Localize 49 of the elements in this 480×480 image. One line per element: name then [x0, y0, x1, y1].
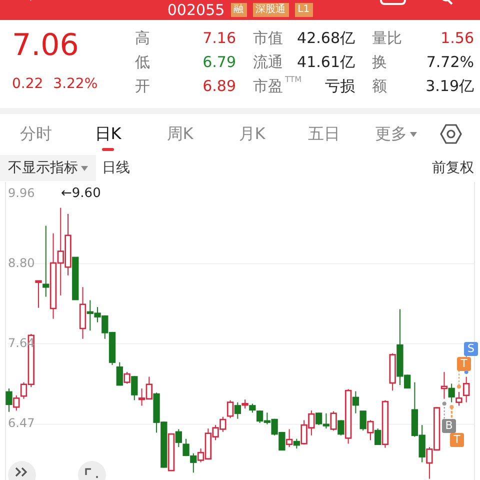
y-axis-label: 6.47 — [8, 415, 35, 432]
current-price: 7.06 — [12, 27, 80, 65]
caret-icon — [81, 166, 88, 170]
period-label: 日线 — [102, 158, 130, 178]
stat-label: 市值 — [253, 28, 283, 48]
stat-label: 开 — [135, 76, 150, 96]
leader-line — [442, 402, 446, 421]
chart-tab[interactable]: 五日 — [288, 114, 360, 154]
stat-value: 3.19亿 — [426, 76, 474, 96]
trade-marker[interactable]: T — [457, 357, 471, 371]
stock-tag: 融 — [230, 3, 247, 17]
stat-value: 亏损 — [325, 76, 355, 96]
chart-tab[interactable]: 日K — [72, 114, 144, 154]
stat-value: 41.61亿 — [297, 52, 355, 72]
adjust-button[interactable]: 前复权 — [432, 158, 474, 178]
y-axis-label: 8.80 — [8, 254, 35, 271]
stat-value: 6.79 — [202, 52, 236, 72]
stat-value: 1.56 — [440, 28, 474, 48]
trade-marker[interactable]: S — [464, 342, 478, 356]
y-axis-label: 9.96 — [8, 185, 35, 201]
indicator-dropdown[interactable]: 不显示指标 — [0, 155, 96, 181]
chart-tab[interactable]: 分时 — [0, 114, 72, 154]
stat-value: 7.72% — [426, 52, 474, 72]
stat-label: 市盈 — [253, 76, 283, 96]
stat-superscript: TTM — [285, 76, 302, 84]
stat-value: 6.89 — [202, 76, 236, 96]
trade-marker[interactable]: T — [450, 433, 464, 447]
percent-change: 3.22% — [53, 75, 98, 94]
trade-marker[interactable]: B — [442, 419, 456, 433]
stat-label: 量比 — [372, 28, 402, 48]
stat-label: 流通 — [253, 52, 283, 72]
chart-tab[interactable]: 月K — [216, 114, 288, 154]
price-change: 0.22 — [12, 75, 44, 94]
settings-icon[interactable] — [440, 123, 462, 145]
chart-tab[interactable]: 周K — [144, 114, 216, 154]
high-price-label: ←9.60 — [61, 185, 101, 203]
stat-label: 额 — [372, 76, 387, 96]
stat-value: 7.16 — [202, 28, 236, 48]
stock-tag: L1 — [294, 3, 313, 17]
stat-label: 低 — [135, 52, 150, 72]
stat-label: 高 — [135, 28, 150, 48]
leader-line — [457, 370, 461, 389]
double-chevron-icon — [15, 467, 29, 477]
chart-tab[interactable]: 更多 — [360, 114, 432, 154]
corner-icon — [85, 468, 99, 478]
stock-code: 002055 — [167, 2, 225, 18]
stock-tag: 深股通 — [252, 3, 289, 17]
stat-label: 换 — [372, 52, 387, 72]
stat-value: 42.68亿 — [297, 28, 355, 48]
